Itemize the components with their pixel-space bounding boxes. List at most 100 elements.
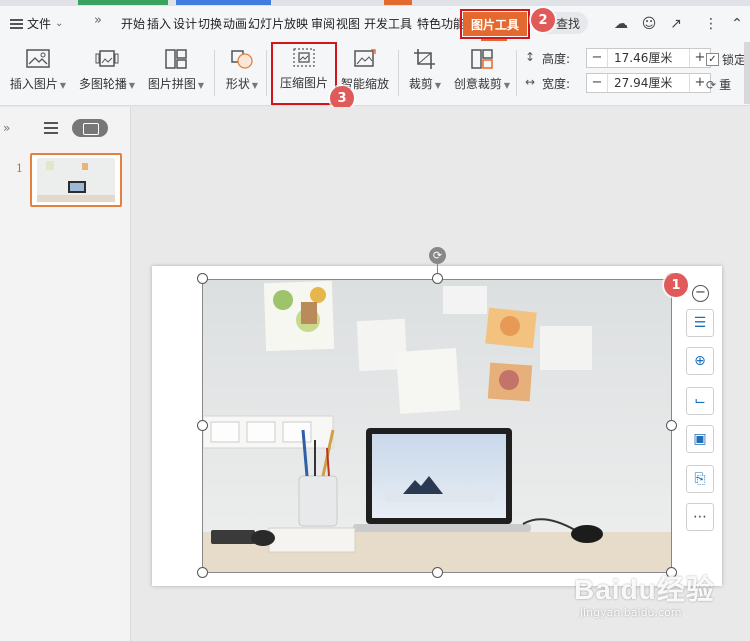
collage-label: 图片拼图 [147,77,196,91]
ribbon-divider [266,50,267,96]
crop-tool-icon[interactable]: ⌙ [686,387,714,415]
tab-remnant-orange[interactable] [384,0,412,5]
chevron-down-icon: ⌄ [55,18,64,29]
thumbnail-view-toggle[interactable] [72,119,108,137]
collage-button[interactable]: 图片拼图 ▼ [146,46,206,102]
hamburger-icon [10,18,23,29]
width-row: ↔ 宽度: − 27.94厘米 + [522,73,711,93]
height-icon: ↕ [524,50,536,64]
shape-button[interactable]: 形状 ▼ [222,46,262,102]
carousel-button[interactable]: 多图轮播 ▼ [77,46,137,102]
smart-scale-tool-icon[interactable]: ▣ [686,425,714,453]
annotation-badge-2: 2 [531,8,555,32]
collapse-toolbar-icon[interactable]: − [692,285,709,302]
dropdown-arrow-icon: ▼ [503,81,511,90]
resize-handle-bottom[interactable] [432,567,443,578]
slide-number: 1 [16,162,23,175]
slide-thumbnail[interactable] [30,153,122,207]
tab-slideshow[interactable]: 幻灯片放映 [248,15,308,32]
smart-scale-icon [354,49,376,67]
picture-to-pdf-icon[interactable]: ⎘ [686,465,714,493]
dropdown-arrow-icon: ▼ [128,81,136,90]
more-tabs-icon[interactable]: » [94,13,102,28]
search-label: 查找 [556,16,581,31]
tab-design[interactable]: 设计 [173,15,197,32]
collapse-ribbon-icon[interactable]: ⌃ [728,15,746,33]
watermark-url: jingyan.baidu.com [580,606,682,619]
insert-picture-icon [26,49,50,68]
ribbon-divider [398,50,399,96]
add-user-icon[interactable]: ☺ [640,15,658,33]
dropdown-arrow-icon: ▼ [197,81,205,90]
resize-handle-left[interactable] [197,420,208,431]
width-label: 宽度: [542,76,571,91]
height-row: ↕ 高度: − 17.46厘米 + [522,48,711,68]
shape-icon [231,50,253,69]
tab-features[interactable]: 特色功能 [417,15,465,32]
height-value[interactable]: 17.46厘米 [607,49,690,67]
watermark-logo-text: Baidu经验 [574,574,715,605]
crop-label: 裁剪 [408,77,433,91]
ribbon-divider [214,50,215,96]
baidu-watermark: Baidu经验 jingyan.baidu.com [574,568,744,628]
resize-handle-top-left[interactable] [197,273,208,284]
cloud-sync-icon[interactable]: ☁ [612,15,630,33]
picture-tools-ribbon: 插入图片 ▼ 多图轮播 ▼ 图片拼图 ▼ 形状 ▼ 压缩图片 智能缩放 裁剪 ▼… [0,42,750,106]
tab-animation[interactable]: 动画 [223,15,247,32]
lock-checkbox[interactable]: ✓ [706,53,719,66]
resize-handle-bottom-left[interactable] [197,567,208,578]
share-icon[interactable]: ↗ [667,15,685,33]
shape-label: 形状 [225,77,250,91]
annotation-badge-1: 1 [664,273,688,297]
zoom-in-icon[interactable]: ⊕ [686,347,714,375]
tab-remnant-green[interactable] [78,0,168,5]
crop-icon [414,49,435,69]
collage-icon [165,49,187,69]
tab-view[interactable]: 视图 [336,15,360,32]
file-menu[interactable]: 文件 ⌄ [10,15,63,32]
height-stepper[interactable]: − 17.46厘米 + [586,48,711,68]
crop-button[interactable]: 裁剪 ▼ [405,46,445,102]
insert-picture-label: 插入图片 [9,77,58,91]
compress-picture-label: 压缩图片 [279,76,328,90]
creative-crop-button[interactable]: 创意裁剪 ▼ [452,46,512,102]
dropdown-arrow-icon: ▼ [251,81,259,90]
height-decrease-button[interactable]: − [587,49,607,67]
slide-thumbnail-preview [32,155,120,205]
ribbon-scrollbar[interactable] [744,42,750,104]
collapse-panel-icon[interactable]: » [3,121,10,135]
tab-start[interactable]: 开始 [121,15,145,32]
compress-picture-icon [293,48,315,67]
tab-insert[interactable]: 插入 [147,15,171,32]
width-decrease-button[interactable]: − [587,74,607,92]
selection-border [202,279,672,573]
compress-picture-button[interactable]: 压缩图片 [271,42,337,105]
reset-icon: ⟳ [706,77,717,92]
tab-transition[interactable]: 切换 [198,15,222,32]
resize-handle-right[interactable] [666,420,677,431]
menu-bar: 文件 ⌄ » 开始 插入 设计 切换 动画 幻灯片放映 审阅 视图 开发工具 特… [0,6,750,42]
tab-picture-tools[interactable]: 图片工具 [460,9,530,41]
carousel-icon [95,50,119,67]
creative-crop-icon [471,49,493,69]
more-options-icon[interactable]: ⋮ [702,15,720,33]
lock-label: 锁定 [722,53,747,67]
slides-panel: » 1 [0,107,131,641]
creative-crop-label: 创意裁剪 [453,77,502,91]
ribbon-divider [516,50,517,96]
lock-aspect-toggle[interactable]: ✓ 锁定 [706,51,746,68]
reset-label: 重 [719,78,732,92]
insert-picture-button[interactable]: 插入图片 ▼ [8,46,68,102]
layers-icon[interactable]: ☰ [686,309,714,337]
width-stepper[interactable]: − 27.94厘米 + [586,73,711,93]
outline-view-icon[interactable] [44,122,58,134]
tab-developer[interactable]: 开发工具 [364,15,412,32]
tab-remnant-blue[interactable] [176,0,271,5]
reset-size-button[interactable]: ⟳ 重 [706,76,731,93]
more-tools-icon[interactable]: ⋯ [686,503,714,531]
resize-handle-top[interactable] [432,273,443,284]
width-value[interactable]: 27.94厘米 [607,74,690,92]
rotate-handle-icon[interactable]: ⟳ [429,247,446,264]
height-label: 高度: [542,51,571,66]
tab-review[interactable]: 审阅 [311,15,335,32]
